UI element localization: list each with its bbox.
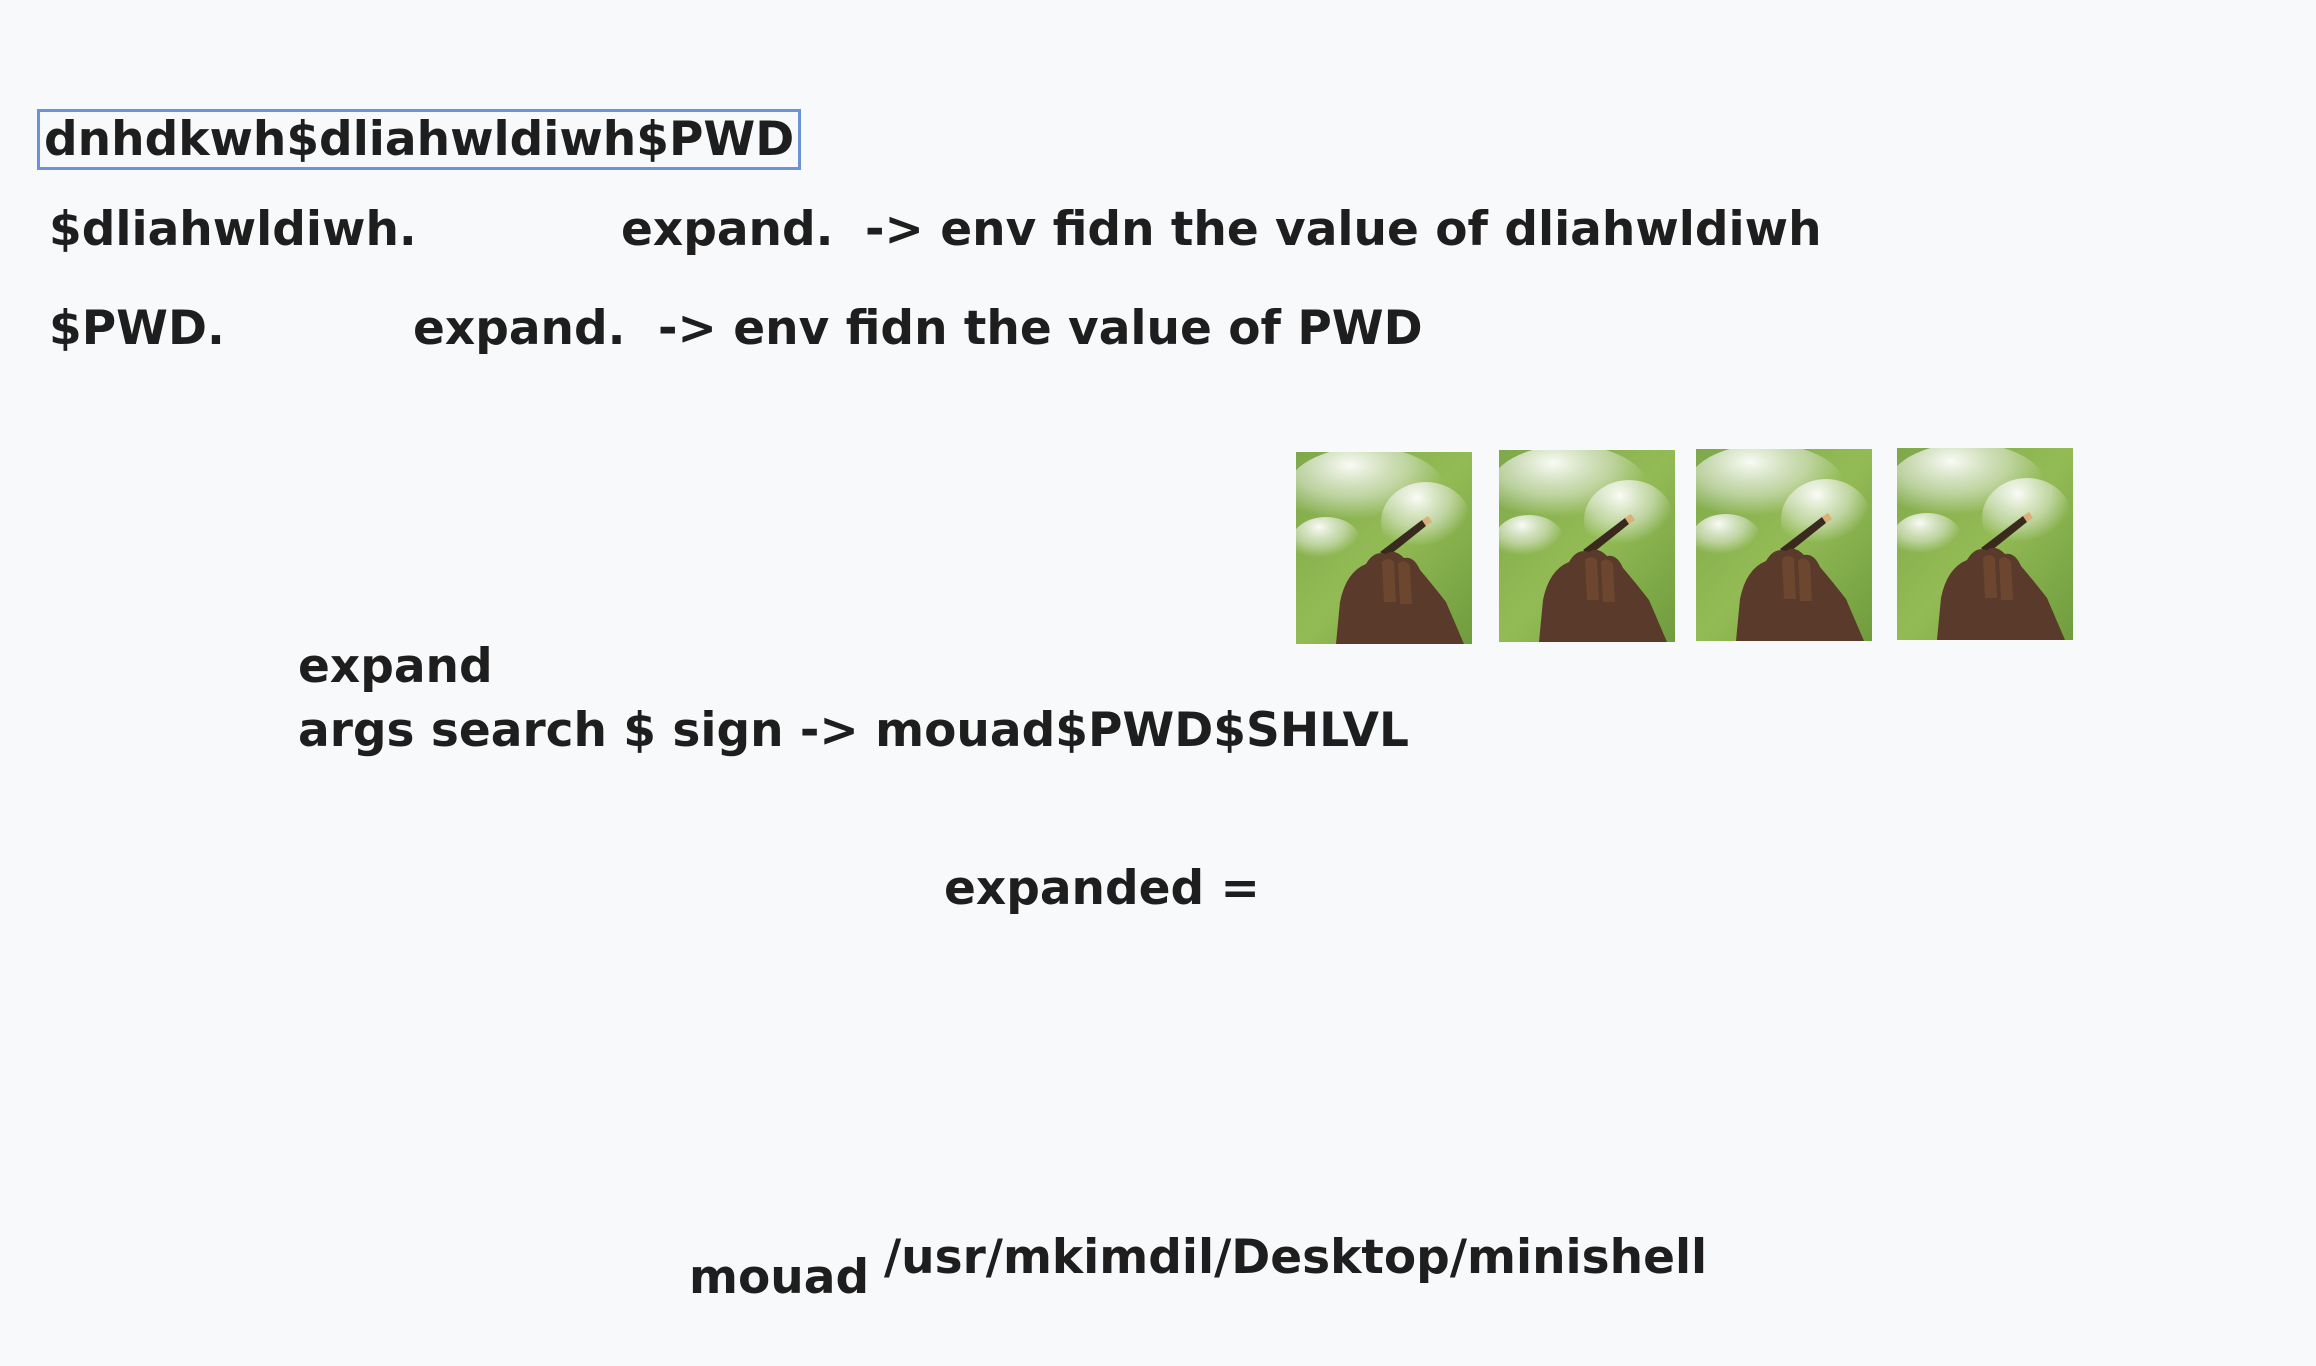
- image-element[interactable]: [1296, 452, 1472, 644]
- text-element[interactable]: -> env fidn the value of dliahwldiwh: [865, 206, 1822, 253]
- text-element[interactable]: expand: [298, 643, 493, 690]
- text-element[interactable]: expand.: [621, 206, 834, 253]
- image-element[interactable]: [1499, 450, 1675, 642]
- text-element[interactable]: $dliahwldiwh.: [49, 206, 417, 253]
- text-element[interactable]: expanded =: [944, 865, 1260, 912]
- text-element[interactable]: expand.: [413, 305, 626, 352]
- image-element[interactable]: [1696, 449, 1872, 641]
- whiteboard-canvas[interactable]: dnhdkwh$dliahwldiwh$PWD $dliahwldiwh. ex…: [0, 0, 2316, 1366]
- text-element[interactable]: mouad: [689, 1254, 869, 1301]
- smoking-hand-image: [1296, 452, 1472, 644]
- smoking-hand-image: [1897, 448, 2073, 640]
- text-element[interactable]: /usr/mkimdil/Desktop/minishell: [884, 1234, 1707, 1281]
- text-element[interactable]: $PWD.: [49, 305, 225, 352]
- smoking-hand-image: [1499, 450, 1675, 642]
- text-element[interactable]: -> env fidn the value of PWD: [658, 305, 1423, 352]
- smoking-hand-image: [1696, 449, 1872, 641]
- selected-text-element[interactable]: dnhdkwh$dliahwldiwh$PWD: [36, 109, 802, 170]
- image-element[interactable]: [1897, 448, 2073, 640]
- text-element[interactable]: args search $ sign -> mouad$PWD$SHLVL: [298, 707, 1409, 754]
